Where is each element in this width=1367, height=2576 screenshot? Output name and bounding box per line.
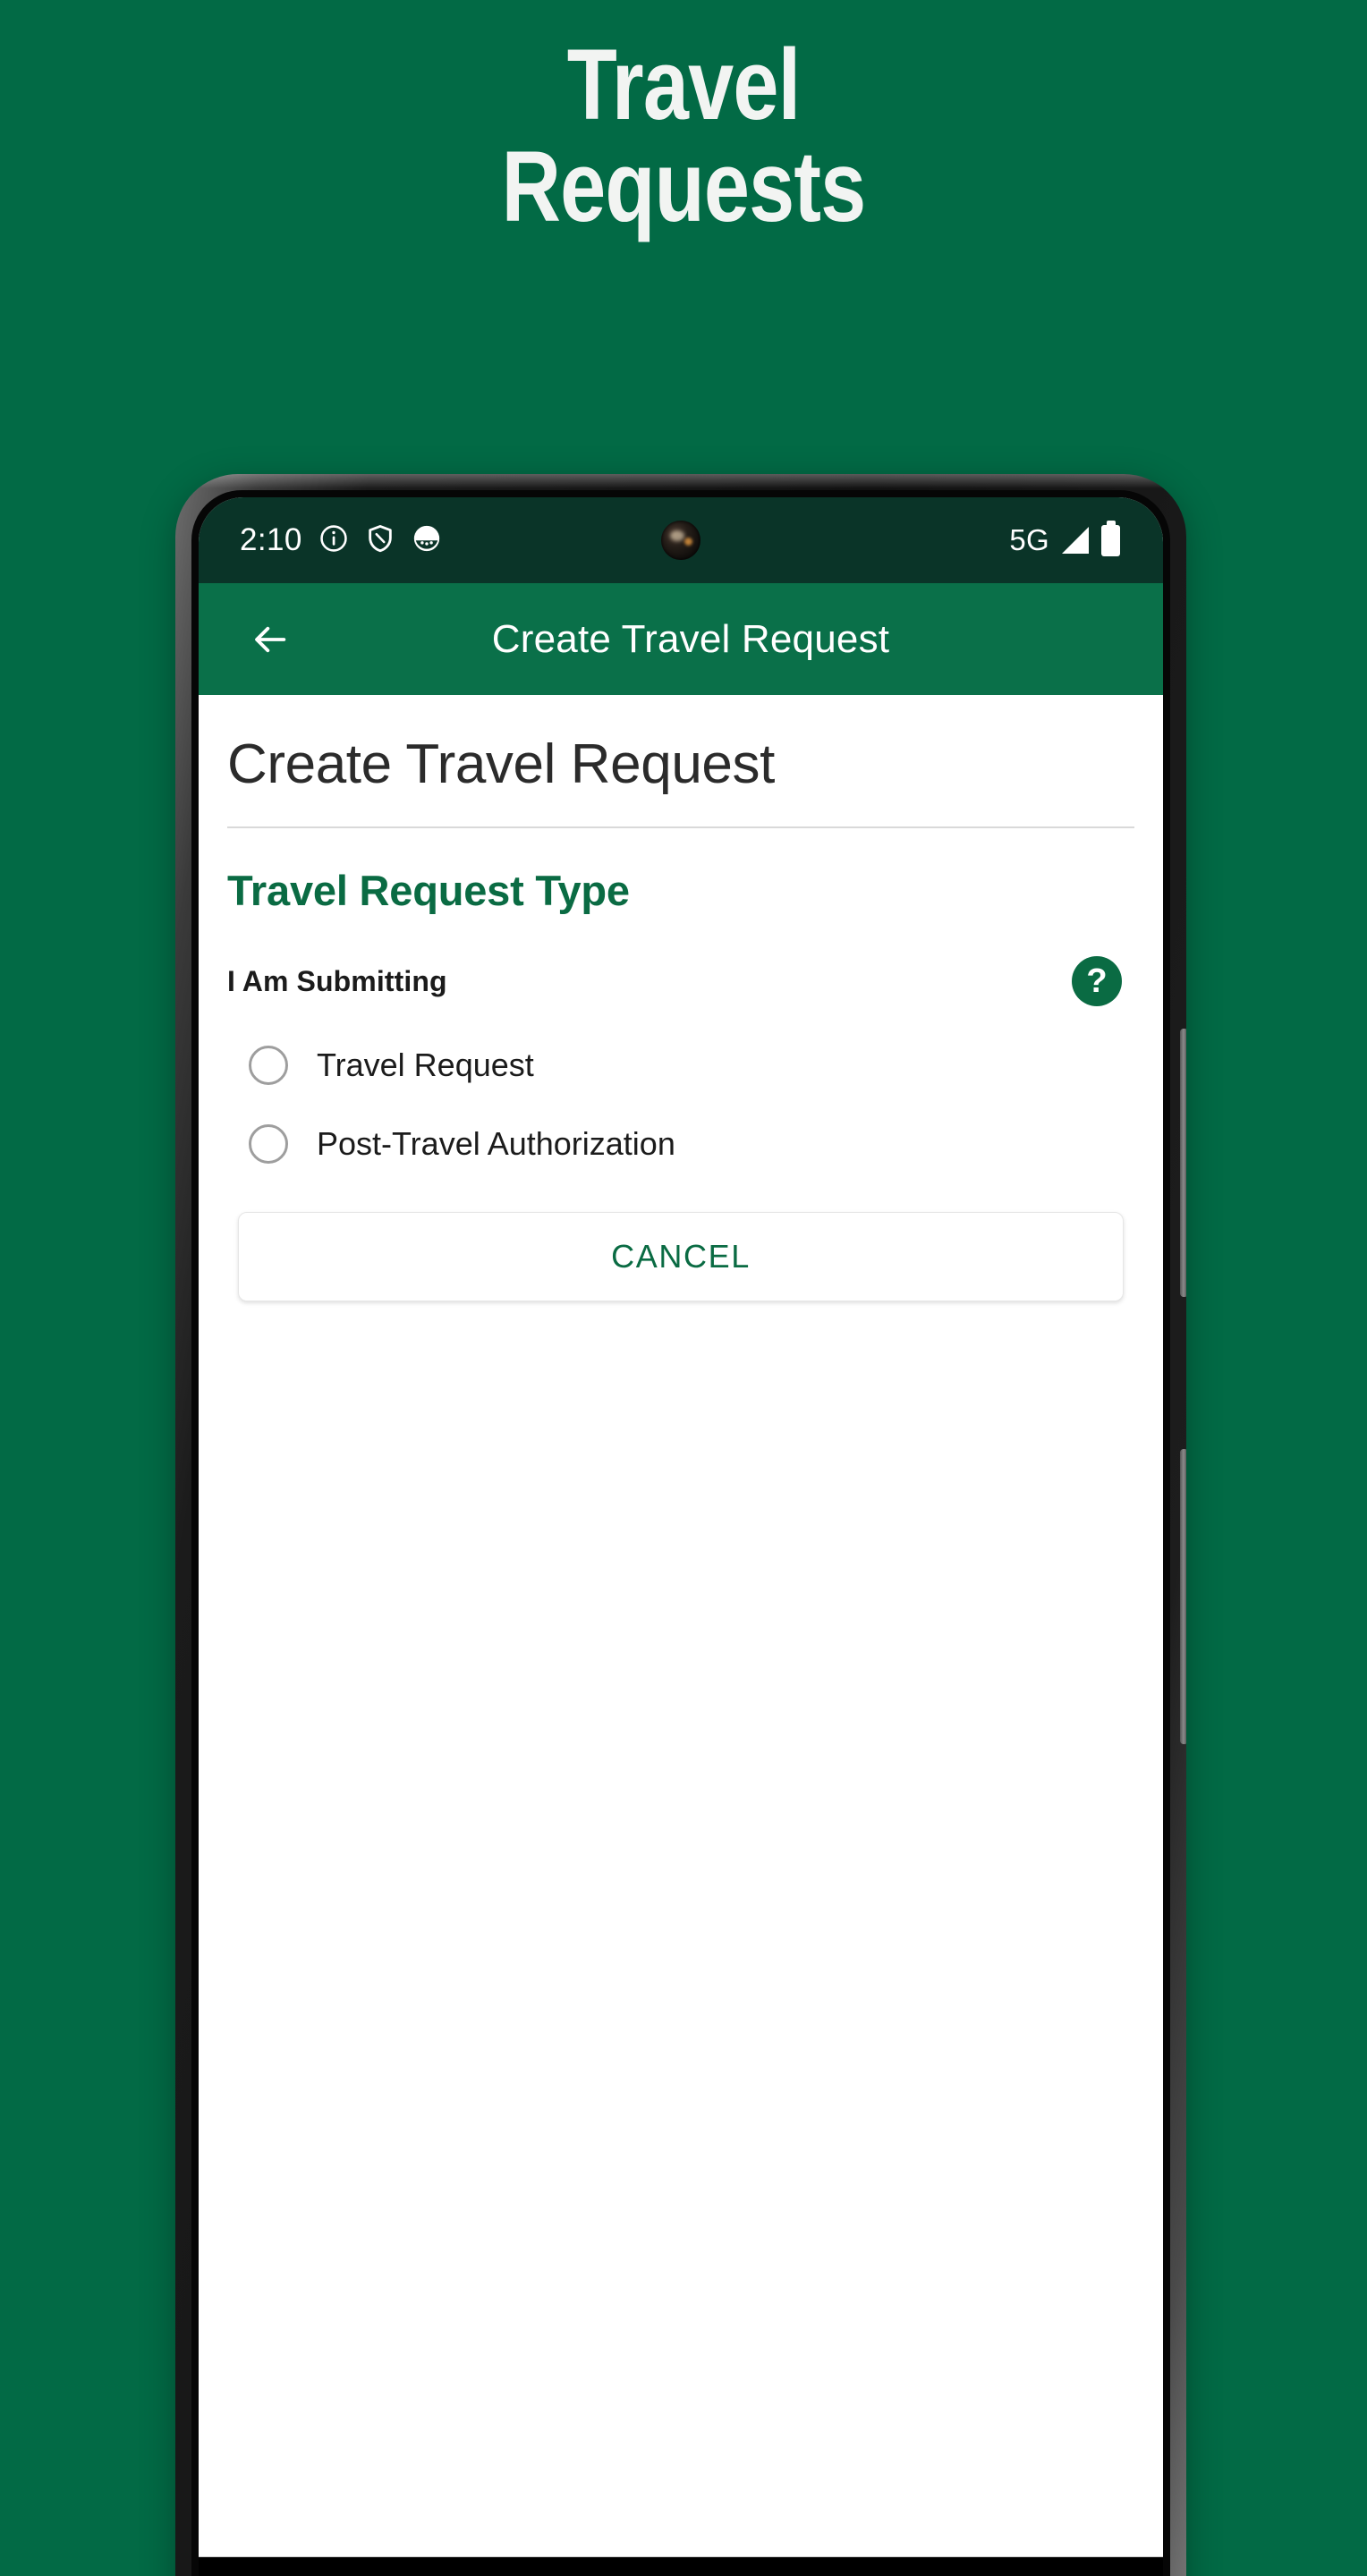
promo-headline-line-1: Travel xyxy=(566,29,801,140)
app-bar-title: Create Travel Request xyxy=(491,616,890,661)
status-bar-clock: 2:10 xyxy=(240,522,302,557)
phone-volume-button[interactable] xyxy=(1180,1449,1186,1744)
radio-circle-icon[interactable] xyxy=(249,1046,288,1085)
battery-full-icon xyxy=(1101,524,1120,556)
promo-headline: Travel Requests xyxy=(123,29,1244,243)
system-navigation-bar xyxy=(199,2556,1163,2576)
radio-group-i-am-submitting: Travel Request Post-Travel Authorization xyxy=(227,1006,1134,1183)
field-label-i-am-submitting: I Am Submitting xyxy=(227,964,447,997)
promo-headline-line-2: Requests xyxy=(501,131,867,243)
radio-option-label: Travel Request xyxy=(317,1046,534,1083)
radio-option-label: Post-Travel Authorization xyxy=(317,1125,675,1162)
app-bar: Create Travel Request xyxy=(199,583,1163,695)
shield-icon xyxy=(365,523,395,558)
signal-bars-icon xyxy=(1062,527,1089,554)
question-mark-icon[interactable]: ? xyxy=(1072,956,1122,1006)
network-type-label: 5G xyxy=(1009,523,1049,556)
field-label-row: I Am Submitting ? xyxy=(227,915,1134,1006)
phone-bezel: 2:10 5G Create Travel Request Create Tra… xyxy=(191,490,1170,2576)
cancel-button-label: CANCEL xyxy=(611,1238,751,1275)
status-bar-left: 2:10 xyxy=(240,522,442,558)
phone-power-button[interactable] xyxy=(1180,1029,1186,1297)
info-circle-icon xyxy=(318,523,349,558)
phone-mockup-frame: 2:10 5G Create Travel Request Create Tra… xyxy=(175,474,1186,2576)
radio-option-post-travel-authorization[interactable]: Post-Travel Authorization xyxy=(227,1105,1134,1183)
radio-option-travel-request[interactable]: Travel Request xyxy=(227,1026,1134,1105)
page-content: Create Travel Request Travel Request Typ… xyxy=(199,695,1163,2576)
radio-circle-icon[interactable] xyxy=(249,1124,288,1164)
phone-screen: 2:10 5G Create Travel Request Create Tra… xyxy=(199,497,1163,2576)
section-title: Travel Request Type xyxy=(227,867,630,914)
camera-punch-hole xyxy=(661,521,700,560)
page-title: Create Travel Request xyxy=(227,733,775,795)
status-bar-right: 5G xyxy=(1009,523,1120,557)
face-icon xyxy=(412,523,442,558)
status-bar: 2:10 5G xyxy=(199,497,1163,583)
cancel-button[interactable]: CANCEL xyxy=(238,1212,1124,1301)
back-arrow-icon[interactable] xyxy=(242,611,299,668)
